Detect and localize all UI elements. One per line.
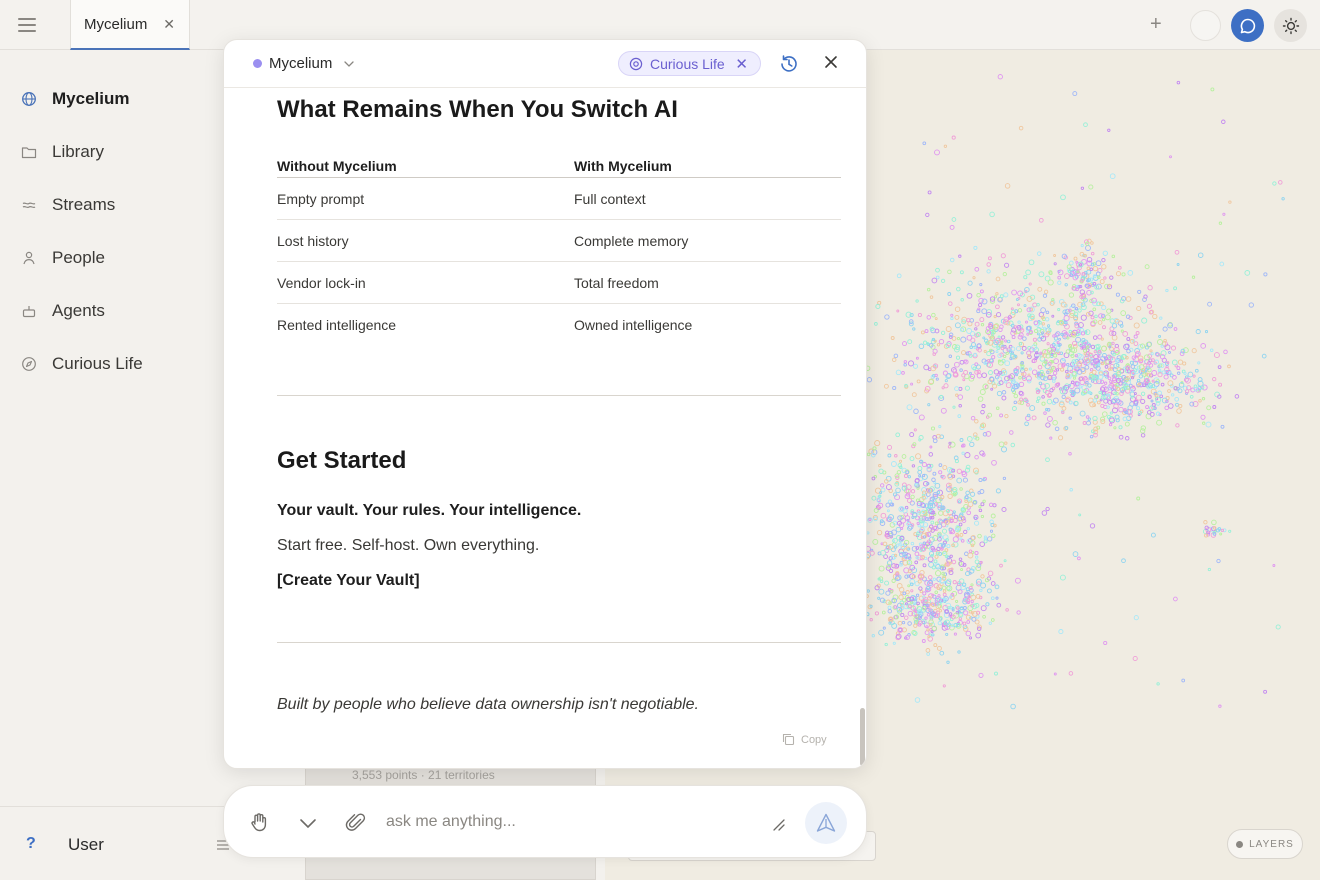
- table-cell: Vendor lock-in: [277, 275, 366, 291]
- sidebar-item-label: Curious Life: [52, 354, 143, 373]
- sidebar-footer: ? User: [0, 806, 229, 880]
- copy-label: Copy: [801, 733, 827, 746]
- stats-text: 3,553 points · 21 territories: [352, 768, 495, 782]
- user-name[interactable]: User: [68, 835, 104, 855]
- table-row: Rented intelligence Owned intelligence: [277, 304, 841, 346]
- context-pill-label: Curious Life: [650, 55, 725, 72]
- tab-mycelium[interactable]: Mycelium ✕: [70, 0, 190, 50]
- copy-button[interactable]: Copy: [782, 733, 827, 746]
- body-text: Start free. Self-host. Own everything.: [277, 537, 540, 554]
- sidebar-item-label: People: [52, 248, 105, 267]
- sidebar-item-curious-life[interactable]: Curious Life: [20, 351, 143, 377]
- table-header: Without Mycelium With Mycelium: [277, 148, 841, 178]
- dialog-header: Mycelium Curious Life ✕: [224, 40, 866, 88]
- resize-handle-icon[interactable]: [772, 818, 786, 832]
- dialog-scrollbar[interactable]: [860, 708, 865, 766]
- sidebar-item-label: Agents: [52, 301, 105, 320]
- agent-icon: [20, 302, 38, 320]
- footer-note: Built by people who believe data ownersh…: [277, 696, 699, 713]
- chat-toggle-button[interactable]: [1231, 9, 1264, 42]
- layers-dot-icon: [1236, 840, 1244, 848]
- sidebar-item-label: Library: [52, 142, 104, 161]
- layers-button[interactable]: LAYERS: [1227, 829, 1303, 859]
- table-cell: Owned intelligence: [574, 317, 693, 333]
- table-cell: Rented intelligence: [277, 317, 397, 333]
- create-vault-link[interactable]: [Create Your Vault]: [277, 572, 420, 590]
- globe-icon: [20, 90, 38, 108]
- sidebar-item-mycelium[interactable]: Mycelium: [20, 86, 129, 112]
- sidebar-item-label: Mycelium: [52, 89, 130, 108]
- sidebar-item-agents[interactable]: Agents: [20, 298, 105, 324]
- copy-icon: [782, 733, 795, 746]
- divider: [277, 395, 841, 396]
- sidebar-item-label: Streams: [52, 195, 116, 214]
- table-cell: Empty prompt: [277, 191, 365, 207]
- column-header-with: With Mycelium: [574, 158, 672, 174]
- close-icon[interactable]: [823, 54, 839, 70]
- chat-input-bar: [223, 785, 867, 858]
- sidebar-item-people[interactable]: People: [20, 245, 105, 271]
- sidebar: Mycelium Library Streams People Agents C…: [0, 50, 229, 880]
- layers-label: LAYERS: [1249, 838, 1294, 850]
- sun-icon: [1282, 17, 1299, 34]
- table-row: Lost history Complete memory: [277, 220, 841, 262]
- chat-input[interactable]: [386, 810, 756, 834]
- divider: [277, 642, 841, 643]
- target-icon: [629, 57, 643, 70]
- hamburger-menu-icon[interactable]: [14, 13, 40, 37]
- table-cell: Total freedom: [574, 275, 659, 291]
- table-row: Empty prompt Full context: [277, 178, 841, 220]
- folder-icon: [20, 143, 38, 161]
- send-button[interactable]: [805, 802, 847, 844]
- point-cloud-points: [864, 74, 1285, 710]
- table-cell: Complete memory: [574, 233, 689, 249]
- tagline: Your vault. Your rules. Your intelligenc…: [277, 502, 582, 519]
- chevron-down-icon[interactable]: [343, 59, 355, 69]
- section-heading-get-started: Get Started: [277, 447, 407, 474]
- history-icon[interactable]: [778, 53, 800, 75]
- help-icon[interactable]: ?: [26, 835, 36, 853]
- compass-icon: [20, 355, 38, 373]
- waves-icon: [20, 196, 38, 214]
- column-header-without: Without Mycelium: [277, 158, 397, 174]
- chevron-down-icon[interactable]: [298, 816, 318, 830]
- hand-icon[interactable]: [248, 811, 270, 833]
- person-icon: [20, 249, 38, 267]
- avatar[interactable]: [1190, 10, 1221, 41]
- tab-label: Mycelium: [84, 15, 148, 33]
- sidebar-item-library[interactable]: Library: [20, 139, 104, 165]
- chat-dialog: Mycelium Curious Life ✕ What Remains Whe…: [223, 39, 867, 769]
- new-tab-plus-icon[interactable]: +: [1150, 13, 1162, 36]
- tab-close-icon[interactable]: ✕: [163, 16, 175, 33]
- table-cell: Full context: [574, 191, 646, 207]
- table-cell: Lost history: [277, 233, 349, 249]
- table-row: Vendor lock-in Total freedom: [277, 262, 841, 304]
- send-arrow-icon: [816, 813, 836, 832]
- chat-bubble-icon: [1240, 18, 1255, 33]
- context-pill[interactable]: Curious Life ✕: [618, 51, 761, 76]
- sidebar-item-streams[interactable]: Streams: [20, 192, 115, 218]
- theme-toggle-button[interactable]: [1274, 9, 1307, 42]
- workspace-selector[interactable]: Mycelium: [269, 55, 332, 72]
- paperclip-icon[interactable]: [345, 811, 367, 833]
- workspace-dot-icon: [253, 59, 262, 68]
- context-pill-close-icon[interactable]: ✕: [735, 55, 748, 73]
- section-heading-switch-ai: What Remains When You Switch AI: [277, 96, 678, 123]
